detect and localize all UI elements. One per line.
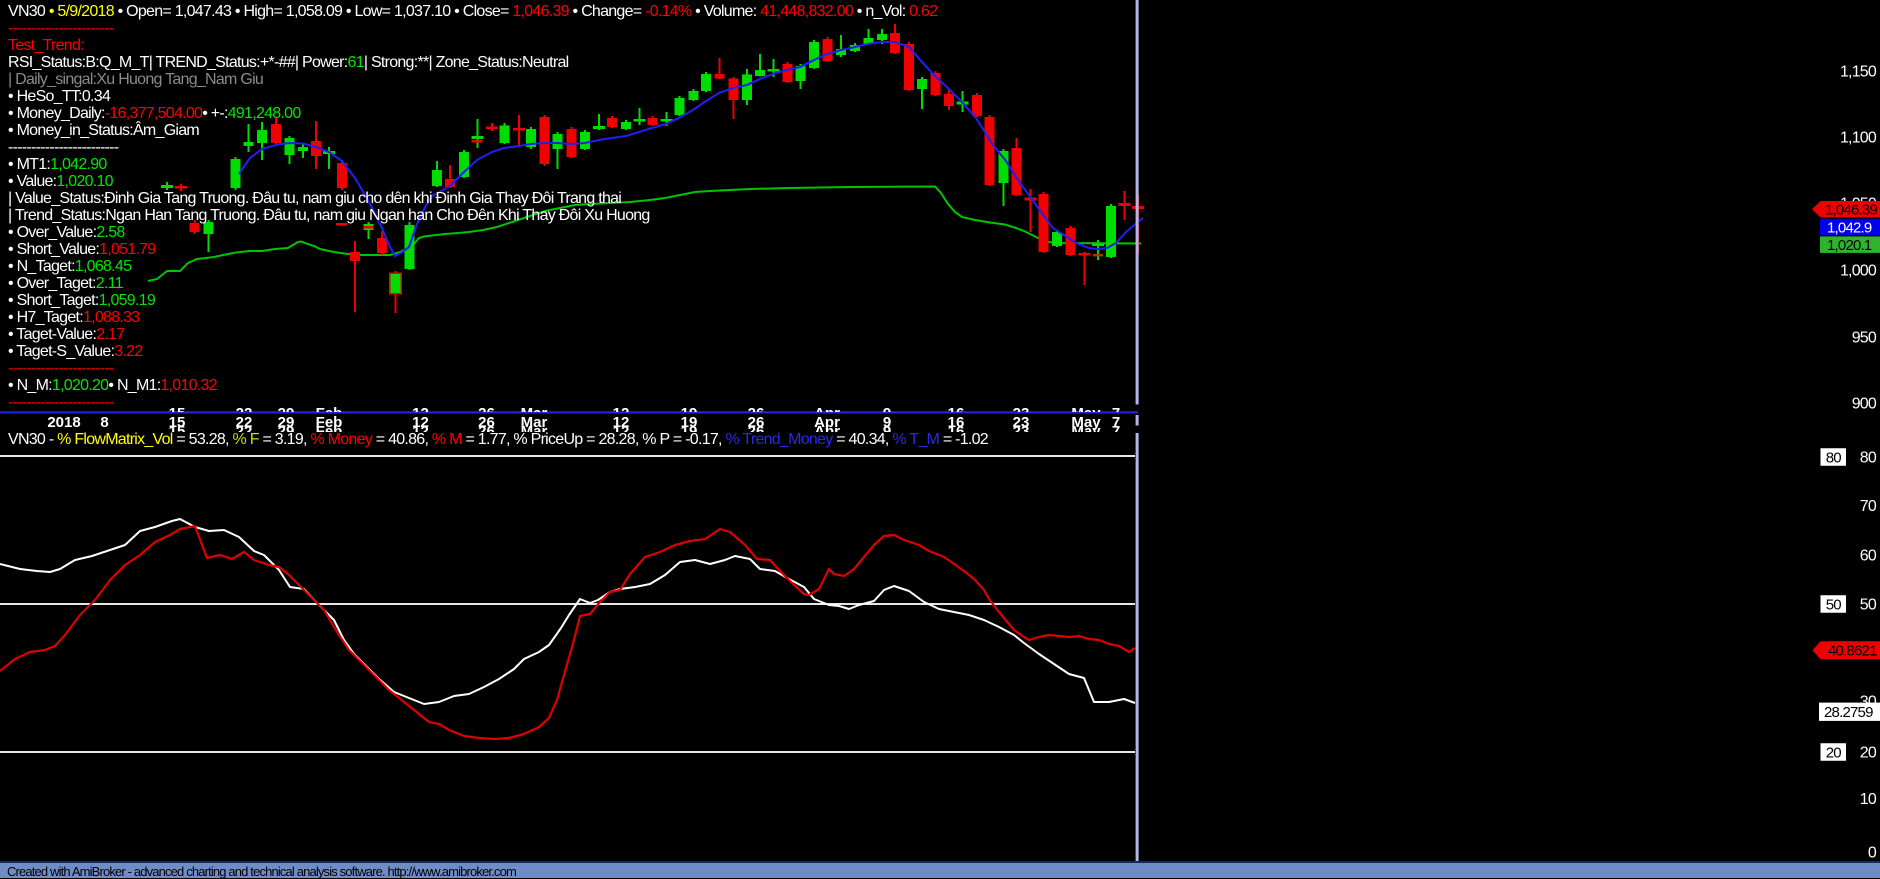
- svg-text:80: 80: [1860, 450, 1877, 467]
- svg-text:40.8621: 40.8621: [1828, 643, 1877, 660]
- svg-text:28.2759: 28.2759: [1824, 704, 1873, 721]
- svg-text:70: 70: [1860, 498, 1877, 515]
- svg-text:0: 0: [1868, 845, 1877, 862]
- svg-text:950: 950: [1852, 330, 1877, 347]
- svg-text:50: 50: [1860, 597, 1877, 614]
- svg-text:1,150: 1,150: [1840, 64, 1877, 81]
- svg-text:1,046.39: 1,046.39: [1825, 202, 1877, 219]
- svg-text:20: 20: [1826, 744, 1842, 761]
- svg-text:1,020.1: 1,020.1: [1827, 237, 1872, 254]
- svg-text:1,100: 1,100: [1840, 130, 1877, 147]
- svg-text:1,000: 1,000: [1840, 263, 1877, 280]
- svg-text:80: 80: [1826, 449, 1842, 466]
- svg-text:50: 50: [1826, 596, 1842, 613]
- svg-text:1,042.9: 1,042.9: [1827, 220, 1872, 237]
- svg-text:20: 20: [1860, 745, 1877, 762]
- svg-text:60: 60: [1860, 548, 1877, 565]
- svg-text:10: 10: [1860, 791, 1877, 808]
